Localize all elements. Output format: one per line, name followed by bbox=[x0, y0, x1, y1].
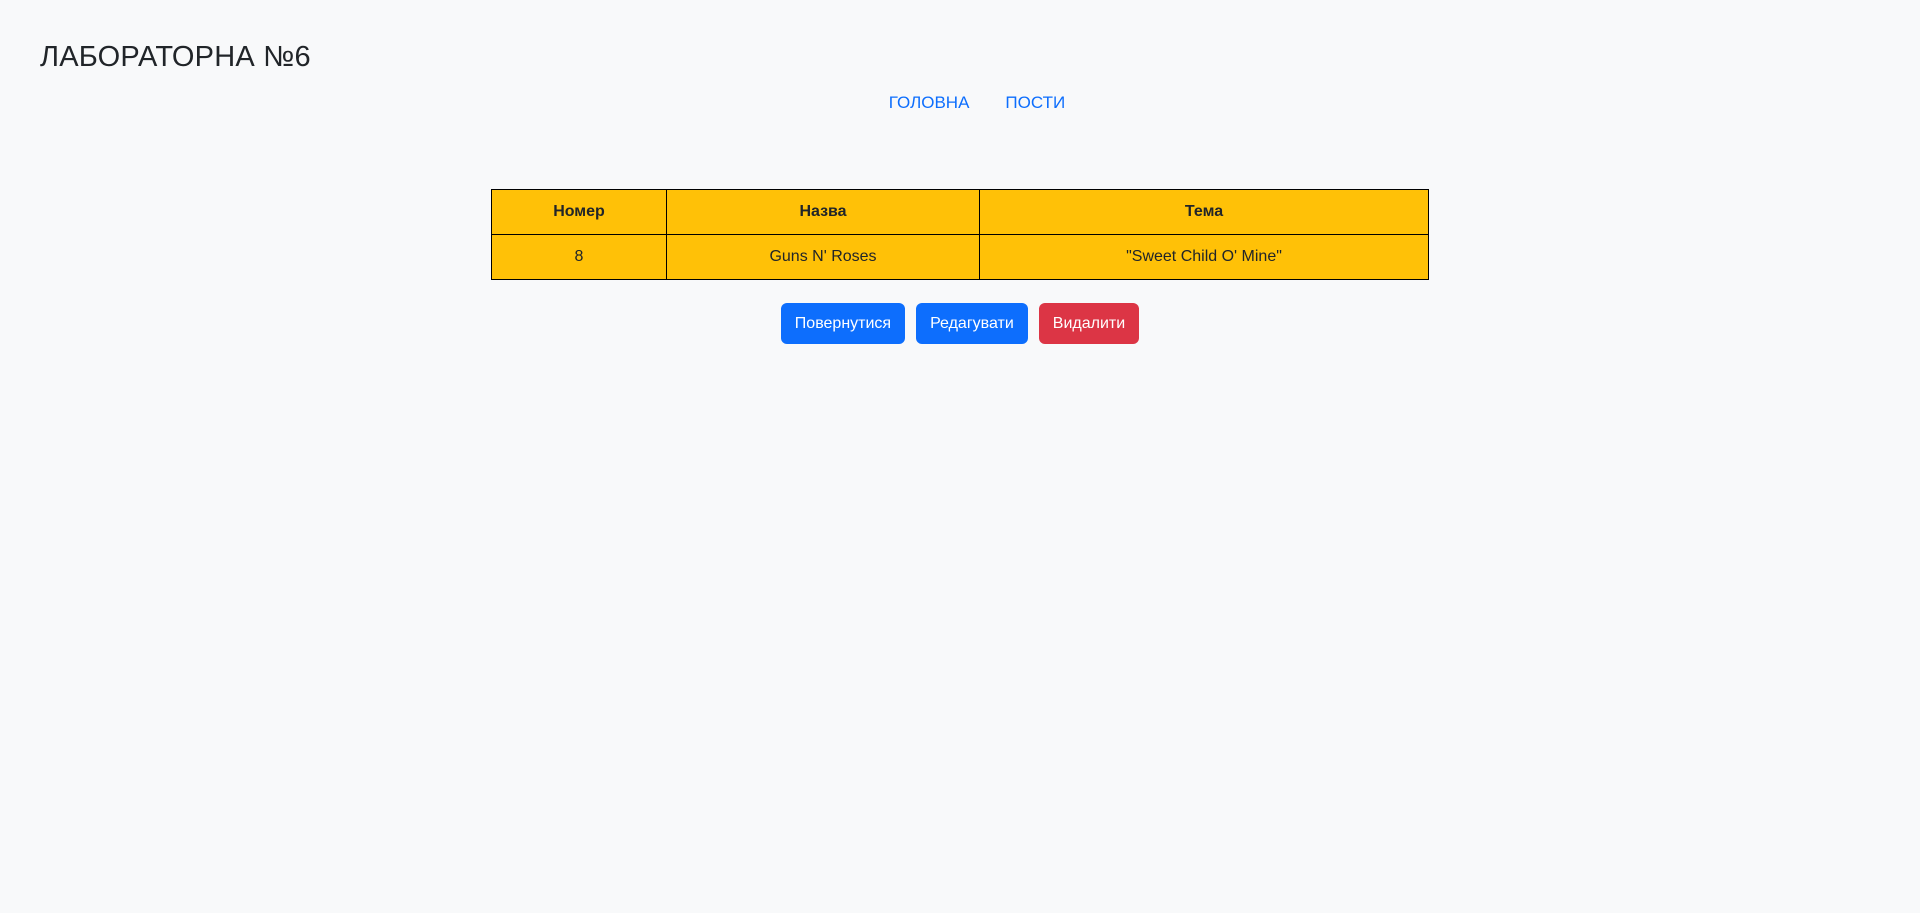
table-header-row: Номер Назва Тема bbox=[491, 189, 1429, 235]
page-title: ЛАБОРАТОРНА №6 bbox=[40, 41, 311, 73]
post-table: Номер Назва Тема 8 Guns N' Roses "Sweet … bbox=[491, 189, 1429, 280]
table-row: 8 Guns N' Roses "Sweet Child O' Mine" bbox=[491, 234, 1429, 280]
cell-number: 8 bbox=[491, 234, 667, 280]
column-header-number: Номер bbox=[491, 189, 667, 235]
column-header-topic: Тема bbox=[979, 189, 1429, 235]
delete-button[interactable]: Видалити bbox=[1038, 303, 1140, 344]
nav-link-home[interactable]: ГОЛОВНА bbox=[889, 91, 970, 115]
nav-link-posts[interactable]: ПОСТИ bbox=[1005, 91, 1065, 115]
cell-title: Guns N' Roses bbox=[666, 234, 980, 280]
back-button[interactable]: Повернутися bbox=[780, 303, 906, 344]
edit-button[interactable]: Редагувати bbox=[916, 303, 1028, 344]
column-header-title: Назва bbox=[666, 189, 980, 235]
main-nav: ГОЛОВНА ПОСТИ bbox=[0, 91, 1920, 115]
cell-topic: "Sweet Child O' Mine" bbox=[979, 234, 1429, 280]
post-table-container: Номер Назва Тема 8 Guns N' Roses "Sweet … bbox=[491, 189, 1429, 280]
action-buttons: Повернутися Редагувати Видалити bbox=[0, 303, 1920, 344]
